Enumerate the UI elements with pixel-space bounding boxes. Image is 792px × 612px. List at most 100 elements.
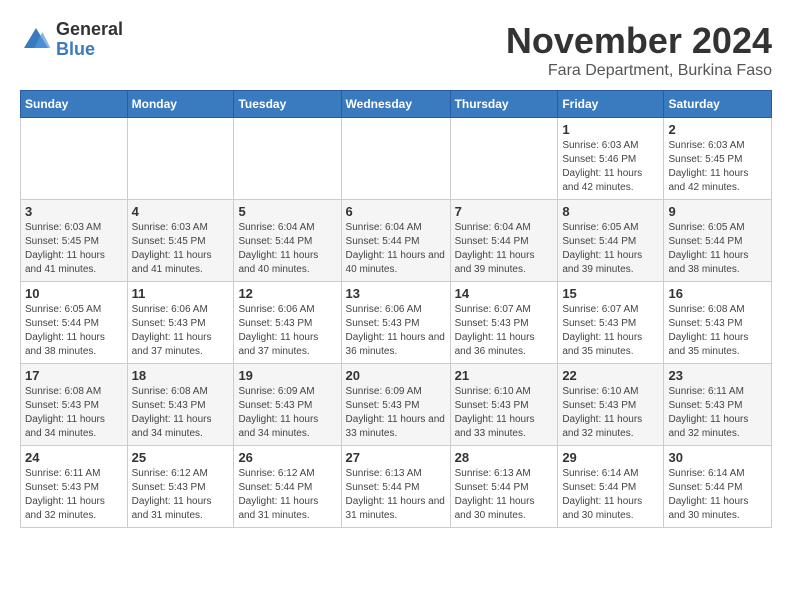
day-info: Sunrise: 6:05 AM Sunset: 5:44 PM Dayligh… (562, 221, 659, 277)
day-number: 4 (132, 204, 230, 219)
day-number: 29 (562, 450, 659, 465)
logo-icon (20, 24, 52, 56)
logo-text: General Blue (56, 20, 123, 60)
calendar-table: SundayMondayTuesdayWednesdayThursdayFrid… (20, 90, 772, 528)
month-title: November 2024 (506, 20, 772, 62)
weekday-header: Sunday (21, 91, 128, 118)
day-number: 23 (668, 368, 767, 383)
calendar-cell (234, 118, 341, 200)
calendar-cell: 10 Sunrise: 6:05 AM Sunset: 5:44 PM Dayli… (21, 282, 128, 364)
day-number: 30 (668, 450, 767, 465)
day-info: Sunrise: 6:07 AM Sunset: 5:43 PM Dayligh… (562, 303, 659, 359)
day-number: 27 (346, 450, 446, 465)
title-section: November 2024 Fara Department, Burkina F… (506, 20, 772, 80)
day-info: Sunrise: 6:03 AM Sunset: 5:45 PM Dayligh… (25, 221, 123, 277)
day-number: 18 (132, 368, 230, 383)
calendar-cell: 21 Sunrise: 6:10 AM Sunset: 5:43 PM Dayli… (450, 364, 558, 446)
calendar-cell: 7 Sunrise: 6:04 AM Sunset: 5:44 PM Daylig… (450, 200, 558, 282)
location-title: Fara Department, Burkina Faso (506, 62, 772, 80)
logo-general: General (56, 20, 123, 40)
day-info: Sunrise: 6:06 AM Sunset: 5:43 PM Dayligh… (346, 303, 446, 359)
day-info: Sunrise: 6:13 AM Sunset: 5:44 PM Dayligh… (346, 467, 446, 523)
calendar-cell: 27 Sunrise: 6:13 AM Sunset: 5:44 PM Dayli… (341, 446, 450, 528)
day-number: 10 (25, 286, 123, 301)
day-info: Sunrise: 6:08 AM Sunset: 5:43 PM Dayligh… (132, 385, 230, 441)
day-number: 12 (238, 286, 336, 301)
day-number: 9 (668, 204, 767, 219)
calendar-cell: 23 Sunrise: 6:11 AM Sunset: 5:43 PM Dayli… (664, 364, 772, 446)
day-number: 21 (455, 368, 554, 383)
calendar-cell: 17Sunrise: 6:08 AM Sunset: 5:43 PM Dayli… (21, 364, 128, 446)
day-number: 28 (455, 450, 554, 465)
day-number: 22 (562, 368, 659, 383)
day-info: Sunrise: 6:08 AM Sunset: 5:43 PM Dayligh… (25, 385, 123, 441)
calendar-cell: 20 Sunrise: 6:09 AM Sunset: 5:43 PM Dayli… (341, 364, 450, 446)
day-number: 2 (668, 122, 767, 137)
calendar-cell: 3 Sunrise: 6:03 AM Sunset: 5:45 PM Daylig… (21, 200, 128, 282)
day-info: Sunrise: 6:04 AM Sunset: 5:44 PM Dayligh… (238, 221, 336, 277)
day-number: 5 (238, 204, 336, 219)
day-info: Sunrise: 6:06 AM Sunset: 5:43 PM Dayligh… (132, 303, 230, 359)
weekday-header: Wednesday (341, 91, 450, 118)
day-info: Sunrise: 6:05 AM Sunset: 5:44 PM Dayligh… (25, 303, 123, 359)
day-info: Sunrise: 6:04 AM Sunset: 5:44 PM Dayligh… (455, 221, 554, 277)
day-number: 26 (238, 450, 336, 465)
calendar-cell: 15 Sunrise: 6:07 AM Sunset: 5:43 PM Dayli… (558, 282, 664, 364)
day-number: 25 (132, 450, 230, 465)
day-info: Sunrise: 6:11 AM Sunset: 5:43 PM Dayligh… (25, 467, 123, 523)
day-number: 8 (562, 204, 659, 219)
day-info: Sunrise: 6:09 AM Sunset: 5:43 PM Dayligh… (346, 385, 446, 441)
calendar-cell: 4 Sunrise: 6:03 AM Sunset: 5:45 PM Daylig… (127, 200, 234, 282)
weekday-header: Friday (558, 91, 664, 118)
day-info: Sunrise: 6:14 AM Sunset: 5:44 PM Dayligh… (668, 467, 767, 523)
calendar-cell: 6 Sunrise: 6:04 AM Sunset: 5:44 PM Daylig… (341, 200, 450, 282)
calendar-cell: 16Sunrise: 6:08 AM Sunset: 5:43 PM Dayli… (664, 282, 772, 364)
calendar-cell: 18 Sunrise: 6:08 AM Sunset: 5:43 PM Dayli… (127, 364, 234, 446)
day-number: 11 (132, 286, 230, 301)
calendar-cell (341, 118, 450, 200)
calendar-week-row: 1Sunrise: 6:03 AM Sunset: 5:46 PM Daylig… (21, 118, 772, 200)
calendar-cell (450, 118, 558, 200)
weekday-header: Tuesday (234, 91, 341, 118)
day-info: Sunrise: 6:12 AM Sunset: 5:44 PM Dayligh… (238, 467, 336, 523)
weekday-header: Monday (127, 91, 234, 118)
calendar-cell: 11 Sunrise: 6:06 AM Sunset: 5:43 PM Dayli… (127, 282, 234, 364)
day-number: 14 (455, 286, 554, 301)
day-number: 7 (455, 204, 554, 219)
day-number: 3 (25, 204, 123, 219)
weekday-header-row: SundayMondayTuesdayWednesdayThursdayFrid… (21, 91, 772, 118)
calendar-cell: 26 Sunrise: 6:12 AM Sunset: 5:44 PM Dayli… (234, 446, 341, 528)
day-number: 20 (346, 368, 446, 383)
logo-blue: Blue (56, 40, 123, 60)
day-number: 13 (346, 286, 446, 301)
day-info: Sunrise: 6:11 AM Sunset: 5:43 PM Dayligh… (668, 385, 767, 441)
day-info: Sunrise: 6:14 AM Sunset: 5:44 PM Dayligh… (562, 467, 659, 523)
day-number: 15 (562, 286, 659, 301)
day-info: Sunrise: 6:03 AM Sunset: 5:46 PM Dayligh… (562, 139, 659, 195)
calendar-cell: 29 Sunrise: 6:14 AM Sunset: 5:44 PM Dayli… (558, 446, 664, 528)
calendar-week-row: 10 Sunrise: 6:05 AM Sunset: 5:44 PM Dayli… (21, 282, 772, 364)
logo: General Blue (20, 20, 123, 60)
calendar-cell: 2 Sunrise: 6:03 AM Sunset: 5:45 PM Daylig… (664, 118, 772, 200)
day-info: Sunrise: 6:05 AM Sunset: 5:44 PM Dayligh… (668, 221, 767, 277)
calendar-header: SundayMondayTuesdayWednesdayThursdayFrid… (21, 91, 772, 118)
calendar-cell: 19Sunrise: 6:09 AM Sunset: 5:43 PM Dayli… (234, 364, 341, 446)
day-number: 16 (668, 286, 767, 301)
calendar-cell: 30 Sunrise: 6:14 AM Sunset: 5:44 PM Dayli… (664, 446, 772, 528)
day-info: Sunrise: 6:04 AM Sunset: 5:44 PM Dayligh… (346, 221, 446, 277)
day-number: 6 (346, 204, 446, 219)
day-info: Sunrise: 6:13 AM Sunset: 5:44 PM Dayligh… (455, 467, 554, 523)
day-info: Sunrise: 6:10 AM Sunset: 5:43 PM Dayligh… (455, 385, 554, 441)
calendar-cell (21, 118, 128, 200)
calendar-cell: 25Sunrise: 6:12 AM Sunset: 5:43 PM Dayli… (127, 446, 234, 528)
calendar-cell: 13 Sunrise: 6:06 AM Sunset: 5:43 PM Dayli… (341, 282, 450, 364)
calendar-cell: 28 Sunrise: 6:13 AM Sunset: 5:44 PM Dayli… (450, 446, 558, 528)
calendar-week-row: 24 Sunrise: 6:11 AM Sunset: 5:43 PM Dayli… (21, 446, 772, 528)
day-number: 24 (25, 450, 123, 465)
day-info: Sunrise: 6:03 AM Sunset: 5:45 PM Dayligh… (668, 139, 767, 195)
day-number: 19 (238, 368, 336, 383)
calendar-cell: 5 Sunrise: 6:04 AM Sunset: 5:44 PM Daylig… (234, 200, 341, 282)
calendar-cell: 22Sunrise: 6:10 AM Sunset: 5:43 PM Dayli… (558, 364, 664, 446)
day-info: Sunrise: 6:03 AM Sunset: 5:45 PM Dayligh… (132, 221, 230, 277)
day-info: Sunrise: 6:07 AM Sunset: 5:43 PM Dayligh… (455, 303, 554, 359)
